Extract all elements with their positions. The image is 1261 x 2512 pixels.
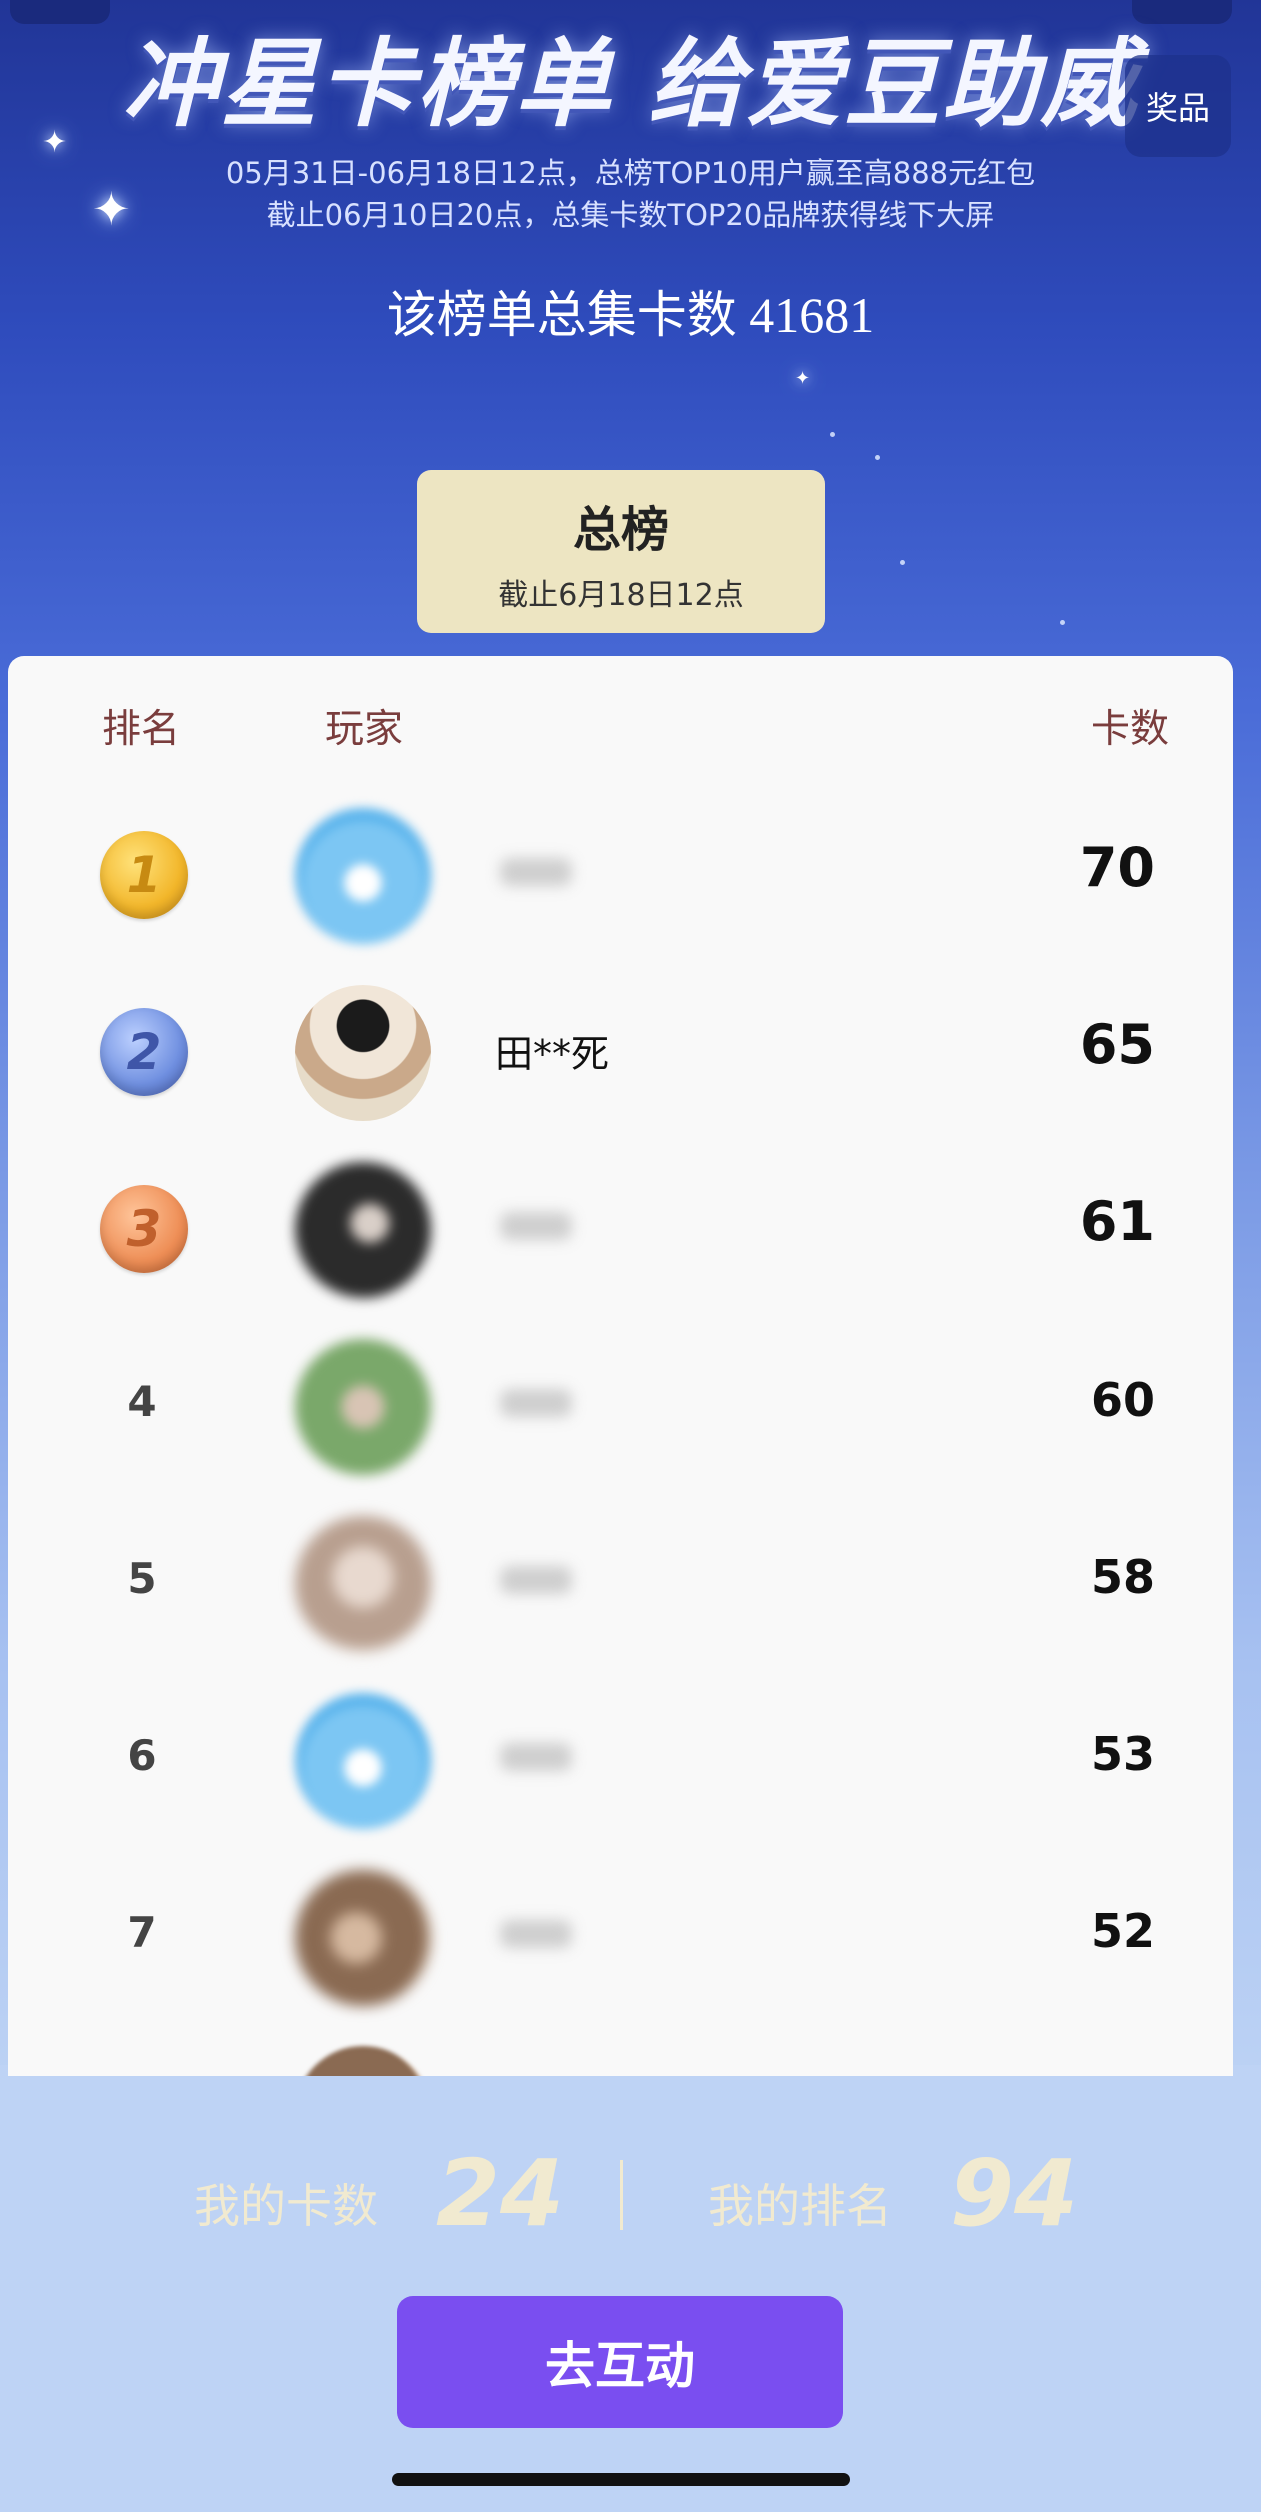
blurred-username — [500, 1566, 572, 1594]
card-count: 53 — [1090, 1727, 1155, 1781]
tab-overall-ranking[interactable]: 总榜 截止6月18日12点 — [417, 470, 825, 633]
blurred-username — [500, 1212, 572, 1240]
bottom-panel-background — [0, 2065, 1261, 2512]
table-row[interactable]: 2 田**死 65 — [8, 975, 1233, 1125]
bronze-medal-icon: 3 — [100, 1185, 188, 1273]
total-cards-count: 该榜单总集卡数 41681 — [386, 287, 875, 343]
event-rule-2: 截止06月10日20点，总集卡数TOP20品牌获得线下大屏 — [266, 198, 995, 232]
event-rule-1: 05月31日-06月18日12点，总榜TOP10用户赢至高888元红包 — [225, 156, 1036, 190]
home-indicator[interactable] — [392, 2473, 850, 2486]
tab-title: 总榜 — [572, 501, 669, 558]
avatar[interactable] — [295, 1339, 431, 1475]
go-interact-button[interactable]: 去互动 — [397, 2296, 843, 2428]
table-row[interactable]: 1 70 — [8, 798, 1233, 948]
divider — [620, 2160, 623, 2230]
table-row[interactable] — [8, 2036, 1233, 2076]
table-row[interactable]: 7 52 — [8, 1860, 1233, 2010]
card-count: 58 — [1090, 1550, 1155, 1604]
avatar[interactable] — [295, 1693, 431, 1829]
blurred-username — [500, 858, 572, 886]
silver-medal-icon: 2 — [100, 1008, 188, 1096]
my-rank-label: 我的排名 — [708, 2179, 892, 2233]
rank-number: 4 — [127, 1377, 157, 1426]
card-count: 52 — [1090, 1904, 1155, 1958]
my-cards-label: 我的卡数 — [194, 2179, 378, 2233]
prize-button[interactable]: 奖品 — [1125, 55, 1231, 157]
header-rank: 排名 — [102, 707, 181, 752]
rank-number: 7 — [127, 1908, 157, 1957]
avatar[interactable] — [295, 1162, 431, 1298]
blurred-username — [500, 1920, 572, 1948]
avatar[interactable] — [295, 2046, 431, 2076]
blurred-username — [500, 1743, 572, 1771]
leaderboard-card: 排名 玩家 卡数 1 70 2 田**死 65 3 61 4 60 5 58 6 — [8, 656, 1233, 2076]
star-dot — [900, 560, 905, 565]
my-rank-value: 94 — [950, 2140, 1079, 2247]
header-cards: 卡数 — [1090, 707, 1169, 752]
table-row[interactable]: 4 60 — [8, 1329, 1233, 1479]
blurred-username — [500, 1389, 572, 1417]
table-row[interactable]: 5 58 — [8, 1506, 1233, 1656]
star-dot — [830, 432, 835, 437]
table-row[interactable]: 3 61 — [8, 1152, 1233, 1302]
card-count: 70 — [1079, 836, 1155, 899]
rank-number: 6 — [127, 1731, 157, 1780]
avatar[interactable] — [295, 808, 431, 944]
star-dot — [1060, 620, 1065, 625]
sparkle-icon: ✦ — [795, 368, 811, 389]
card-count: 65 — [1079, 1013, 1155, 1076]
page-title: 冲星卡榜单 给爱豆助威 — [122, 28, 1139, 140]
star-dot — [875, 455, 880, 460]
table-row[interactable]: 6 53 — [8, 1683, 1233, 1833]
gold-medal-icon: 1 — [100, 831, 188, 919]
header-player: 玩家 — [325, 707, 404, 752]
rank-number: 5 — [127, 1554, 157, 1603]
avatar[interactable] — [295, 1870, 431, 2006]
my-cards-value: 24 — [436, 2140, 565, 2247]
my-stats-bar: 我的卡数 24 我的排名 94 — [0, 2140, 1261, 2247]
card-count: 60 — [1090, 1373, 1155, 1427]
card-count: 61 — [1079, 1190, 1155, 1253]
tab-deadline: 截止6月18日12点 — [498, 577, 744, 613]
username: 田**死 — [495, 1032, 610, 1076]
avatar[interactable] — [295, 1516, 431, 1652]
avatar[interactable] — [295, 985, 431, 1121]
